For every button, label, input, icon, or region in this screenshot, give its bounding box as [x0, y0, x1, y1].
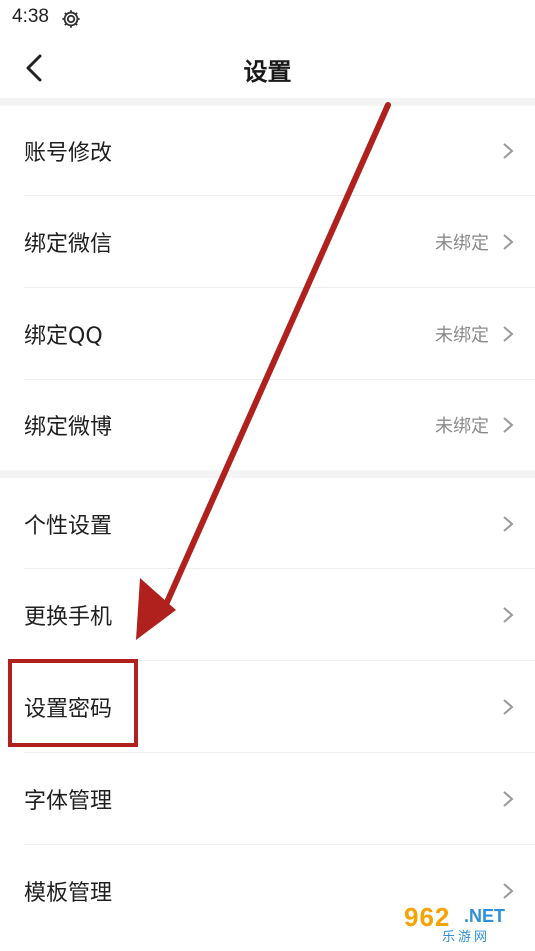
settings-item-bind-wechat[interactable]: 绑定微信 未绑定: [0, 196, 535, 288]
settings-item-label: 模板管理: [24, 881, 113, 906]
settings-item-value: 未绑定: [435, 325, 489, 346]
settings-item-label: 更换手机: [24, 605, 113, 630]
watermark-domain: .NET: [464, 906, 506, 926]
settings-item-bind-qq[interactable]: 绑定QQ 未绑定: [0, 288, 535, 380]
chevron-right-icon: [503, 326, 514, 342]
highlight-box: [8, 659, 138, 747]
settings-item-value: 未绑定: [435, 416, 489, 437]
settings-item-label: 字体管理: [24, 789, 113, 814]
chevron-right-icon: [503, 607, 514, 623]
settings-item-account-edit[interactable]: 账号修改: [0, 106, 535, 196]
group-separator: [0, 470, 535, 478]
chevron-right-icon: [503, 234, 514, 250]
chevron-right-icon: [503, 143, 514, 159]
settings-item-label: 绑定微博: [24, 415, 113, 440]
chevron-right-icon: [503, 417, 514, 433]
page-title: 设置: [243, 58, 292, 86]
chevron-right-icon: [503, 515, 514, 532]
watermark-sub: 乐游网: [442, 930, 491, 945]
gear-icon: [62, 10, 80, 28]
nav-bar: 设置: [0, 38, 535, 98]
chevron-right-icon: [503, 791, 514, 807]
settings-item-label: 绑定QQ: [24, 324, 103, 349]
chevron-right-icon: [503, 883, 514, 899]
settings-item-change-phone[interactable]: 更换手机: [0, 569, 535, 661]
settings-item-label: 账号修改: [24, 141, 113, 166]
settings-item-bind-weibo[interactable]: 绑定微博 未绑定: [0, 380, 535, 470]
settings-screen: 4:38 设置 账号修改 绑定微信 未绑定 绑定QQ 未绑定 绑定微博 未绑定 …: [0, 0, 535, 951]
group-separator: [0, 98, 535, 106]
settings-item-value: 未绑定: [435, 233, 489, 254]
settings-item-label: 个性设置: [24, 513, 113, 539]
status-time: 4:38: [12, 6, 49, 27]
settings-item-font-manage[interactable]: 字体管理: [0, 753, 535, 845]
watermark-logo: 962 .NET 乐游网: [398, 900, 530, 946]
settings-item-label: 绑定微信: [24, 232, 113, 257]
status-bar: 4:38: [0, 0, 535, 38]
settings-item-personalize[interactable]: 个性设置: [0, 478, 535, 569]
chevron-right-icon: [503, 699, 514, 715]
